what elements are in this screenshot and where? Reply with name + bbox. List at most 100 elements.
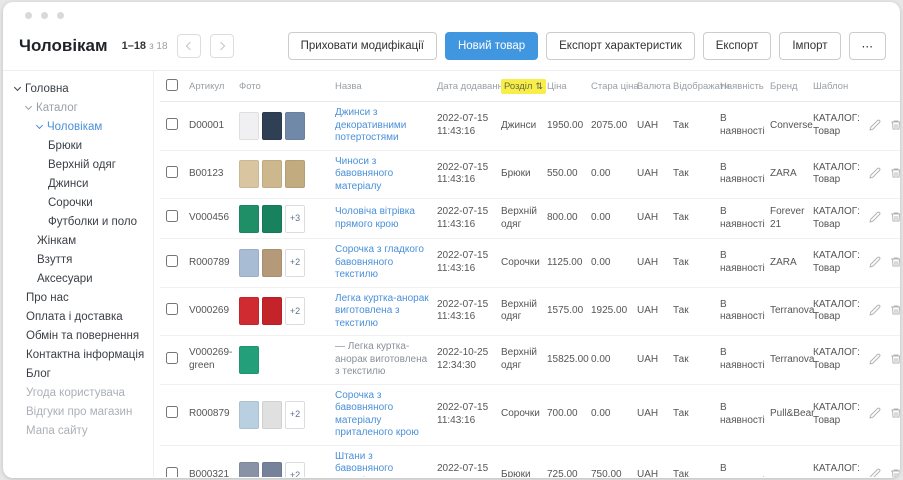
edit-icon[interactable] bbox=[867, 466, 883, 477]
sidebar-item-shirts[interactable]: Сорочки bbox=[9, 193, 153, 212]
export-characteristics-button[interactable]: Експорт характеристик bbox=[546, 32, 695, 60]
column-header-brand[interactable]: Бренд bbox=[767, 71, 810, 102]
delete-icon[interactable] bbox=[888, 466, 900, 477]
sidebar-item-women[interactable]: Жінкам bbox=[9, 231, 153, 250]
row-checkbox[interactable] bbox=[166, 210, 178, 222]
column-header-template[interactable]: Шаблон bbox=[810, 71, 864, 102]
row-checkbox[interactable] bbox=[166, 118, 178, 130]
name-cell: Сорочка з гладкого бавовняного текстилю bbox=[332, 239, 434, 288]
row-checkbox[interactable] bbox=[166, 352, 178, 364]
new-product-button[interactable]: Новий товар bbox=[445, 32, 538, 60]
table-row: B000321+2Штани з бавовняного матеріалу п… bbox=[160, 445, 900, 477]
export-button[interactable]: Експорт bbox=[703, 32, 772, 60]
product-name-link[interactable]: Чоловіча вітрівка прямого крою bbox=[335, 206, 415, 230]
sidebar-item-accessories[interactable]: Аксесуари bbox=[9, 269, 153, 288]
sidebar-item-home[interactable]: Головна bbox=[9, 79, 153, 98]
more-photos-badge[interactable]: +3 bbox=[285, 205, 305, 233]
prev-page-button[interactable] bbox=[177, 34, 201, 58]
sidebar-item-store-reviews[interactable]: Відгуки про магазин bbox=[9, 402, 153, 421]
product-thumbnail[interactable] bbox=[262, 462, 282, 478]
delete-icon[interactable] bbox=[888, 117, 900, 133]
more-photos-badge[interactable]: +2 bbox=[285, 462, 305, 478]
row-checkbox[interactable] bbox=[166, 467, 178, 477]
sidebar-item-catalog[interactable]: Каталог bbox=[9, 98, 153, 117]
edit-icon[interactable] bbox=[867, 351, 883, 367]
more-photos-badge[interactable]: +2 bbox=[285, 297, 305, 325]
row-checkbox[interactable] bbox=[166, 303, 178, 315]
sidebar-item-user-agreement[interactable]: Угода користувача bbox=[9, 383, 153, 402]
product-thumbnail[interactable] bbox=[239, 462, 259, 478]
product-thumbnail[interactable] bbox=[239, 205, 259, 233]
row-checkbox[interactable] bbox=[166, 166, 178, 178]
template-cell: КАТАЛОГ: Товар bbox=[810, 336, 864, 385]
delete-icon[interactable] bbox=[888, 351, 900, 367]
delete-icon[interactable] bbox=[888, 165, 900, 181]
column-header-name[interactable]: Назва bbox=[332, 71, 434, 102]
sidebar-item-tshirts-polo[interactable]: Футболки и поло bbox=[9, 212, 153, 231]
product-thumbnail[interactable] bbox=[285, 160, 305, 188]
product-thumbnail[interactable] bbox=[239, 249, 259, 277]
template-cell: КАТАЛОГ: Товар bbox=[810, 384, 864, 445]
sidebar-item-shoes[interactable]: Взуття bbox=[9, 250, 153, 269]
column-header-availability[interactable]: Наявність bbox=[717, 71, 767, 102]
product-thumbnail[interactable] bbox=[262, 205, 282, 233]
product-name-link[interactable]: Джинси з декоративними потертостями bbox=[335, 107, 406, 143]
more-actions-button[interactable]: ⋯ bbox=[849, 32, 887, 60]
column-header-display[interactable]: Відображати bbox=[670, 71, 717, 102]
sorted-column-highlight: Розділ⇅ bbox=[501, 79, 546, 94]
hide-modifications-button[interactable]: Приховати модифікації bbox=[288, 32, 437, 60]
column-header-date-added[interactable]: Дата додавання bbox=[434, 71, 498, 102]
edit-icon[interactable] bbox=[867, 254, 883, 270]
column-header-currency[interactable]: Валюта bbox=[634, 71, 670, 102]
edit-icon[interactable] bbox=[867, 117, 883, 133]
edit-icon[interactable] bbox=[867, 209, 883, 225]
product-thumbnail[interactable] bbox=[239, 112, 259, 140]
product-name-link[interactable]: Штани з бавовняного матеріалу прямого кр… bbox=[335, 451, 422, 478]
row-checkbox[interactable] bbox=[166, 406, 178, 418]
sidebar-item-pants[interactable]: Брюки bbox=[9, 136, 153, 155]
edit-icon[interactable] bbox=[867, 405, 883, 421]
product-thumbnail[interactable] bbox=[262, 249, 282, 277]
product-thumbnail[interactable] bbox=[285, 112, 305, 140]
sidebar-item-contacts[interactable]: Контактна інформація bbox=[9, 345, 153, 364]
product-thumbnail[interactable] bbox=[262, 297, 282, 325]
sidebar-item-sitemap[interactable]: Мапа сайту bbox=[9, 421, 153, 440]
sidebar-item-exchange-return[interactable]: Обмін та повернення bbox=[9, 326, 153, 345]
product-thumbnail[interactable] bbox=[239, 346, 259, 374]
sidebar-item-label: Угода користувача bbox=[26, 387, 125, 399]
column-header-photo[interactable]: Фото bbox=[236, 71, 332, 102]
select-all-checkbox[interactable] bbox=[166, 79, 178, 91]
column-header-section[interactable]: Розділ⇅ bbox=[498, 71, 544, 102]
product-name-link[interactable]: Чиноси з бавовняного матеріалу bbox=[335, 156, 393, 192]
next-page-button[interactable] bbox=[210, 34, 234, 58]
sidebar-item-about[interactable]: Про нас bbox=[9, 288, 153, 307]
product-thumbnail[interactable] bbox=[262, 401, 282, 429]
delete-icon[interactable] bbox=[888, 254, 900, 270]
delete-icon[interactable] bbox=[888, 209, 900, 225]
sidebar-item-men[interactable]: Чоловікам bbox=[9, 117, 153, 136]
sidebar-item-outerwear[interactable]: Верхній одяг bbox=[9, 155, 153, 174]
product-thumbnail[interactable] bbox=[262, 112, 282, 140]
more-photos-badge[interactable]: +2 bbox=[285, 401, 305, 429]
column-header-old-price[interactable]: Стара ціна bbox=[588, 71, 634, 102]
sidebar-item-blog[interactable]: Блог bbox=[9, 364, 153, 383]
product-thumbnail[interactable] bbox=[262, 160, 282, 188]
edit-icon[interactable] bbox=[867, 165, 883, 181]
product-thumbnail[interactable] bbox=[239, 160, 259, 188]
product-name-link[interactable]: — Легка куртка-анорак виготовлена з текс… bbox=[335, 341, 427, 377]
product-name-link[interactable]: Сорочка з бавовняного матеріалу притален… bbox=[335, 390, 419, 439]
import-button[interactable]: Імпорт bbox=[779, 32, 840, 60]
row-checkbox[interactable] bbox=[166, 255, 178, 267]
product-name-link[interactable]: Сорочка з гладкого бавовняного текстилю bbox=[335, 244, 424, 280]
product-thumbnail[interactable] bbox=[239, 297, 259, 325]
delete-icon[interactable] bbox=[888, 405, 900, 421]
column-header-artikul[interactable]: Артикул bbox=[186, 71, 236, 102]
delete-icon[interactable] bbox=[888, 302, 900, 318]
sidebar-item-jeans[interactable]: Джинси bbox=[9, 174, 153, 193]
product-thumbnail[interactable] bbox=[239, 401, 259, 429]
edit-icon[interactable] bbox=[867, 302, 883, 318]
column-header-price[interactable]: Ціна bbox=[544, 71, 588, 102]
product-name-link[interactable]: Легка куртка-анорак виготовлена з тексти… bbox=[335, 293, 429, 329]
sidebar-item-payment-delivery[interactable]: Оплата і доставка bbox=[9, 307, 153, 326]
more-photos-badge[interactable]: +2 bbox=[285, 249, 305, 277]
